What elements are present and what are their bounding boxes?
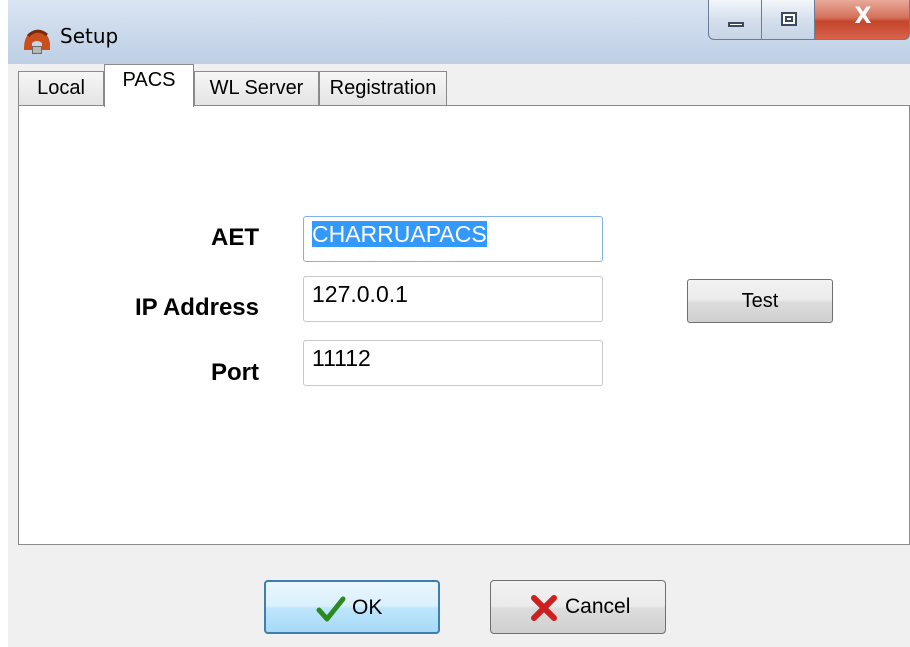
window-title: Setup <box>60 24 119 48</box>
x-icon <box>531 595 557 621</box>
close-icon: X <box>854 4 872 29</box>
tab-pacs[interactable]: PACS <box>104 64 194 107</box>
maximize-icon <box>781 12 797 26</box>
pacs-tab-page: AET CHARRUAPACS IP Address 127.0.0.1 Por… <box>18 105 910 545</box>
test-button[interactable]: Test <box>687 279 833 323</box>
ip-address-value: 127.0.0.1 <box>312 281 408 307</box>
port-field[interactable]: 11112 <box>303 340 603 386</box>
minimize-icon <box>728 22 744 27</box>
ok-label: OK <box>352 596 383 619</box>
cancel-button[interactable]: Cancel <box>490 580 666 634</box>
close-button[interactable]: X <box>814 0 910 40</box>
maximize-button[interactable] <box>761 0 815 40</box>
aet-field[interactable]: CHARRUAPACS <box>303 216 603 262</box>
tab-local[interactable]: Local <box>18 71 104 105</box>
ip-address-field[interactable]: 127.0.0.1 <box>303 276 603 322</box>
ip-address-label: IP Address <box>134 294 259 321</box>
app-helmet-icon <box>24 29 50 54</box>
aet-value: CHARRUAPACS <box>312 221 487 247</box>
tab-wl-server[interactable]: WL Server <box>194 71 319 105</box>
port-value: 11112 <box>312 345 371 371</box>
check-icon <box>316 596 346 622</box>
port-label: Port <box>211 359 259 386</box>
aet-label: AET <box>211 224 259 251</box>
cancel-label: Cancel <box>565 595 631 618</box>
minimize-button[interactable] <box>708 0 762 40</box>
setup-window: Setup X Local PACS WL Server Registratio… <box>8 0 910 647</box>
tab-registration[interactable]: Registration <box>319 71 447 105</box>
ok-button[interactable]: OK <box>264 580 440 634</box>
tab-strip: Local PACS WL Server Registration <box>8 64 910 107</box>
title-bar[interactable]: Setup X <box>8 0 910 64</box>
